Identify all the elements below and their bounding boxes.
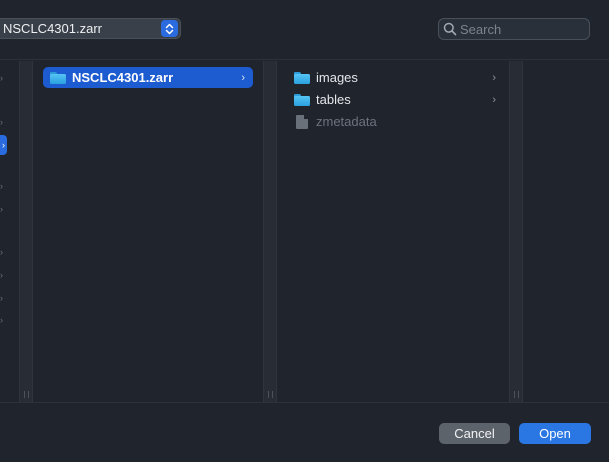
search-icon [439,22,457,36]
file-name: zmetadata [316,114,377,129]
column-1: NSCLC4301.zarr › [34,61,263,402]
chevron-right-icon: › [492,71,496,84]
file-row-zmetadata: zmetadata [294,111,504,132]
location-label: NSCLC4301.zarr [3,21,102,36]
open-button[interactable]: Open [519,423,591,444]
search-input[interactable] [457,21,609,37]
column-resize-handle[interactable] [19,61,33,402]
column-3 [524,61,609,402]
resize-grip-icon [268,391,273,398]
chevron-right-icon: › [241,71,245,84]
column-2: images › tables › zmetadata [278,61,509,402]
folder-icon [294,71,310,84]
folder-row-images[interactable]: images › [294,67,504,88]
location-popup[interactable]: NSCLC4301.zarr [0,18,181,39]
chevron-right-icon[interactable]: › [0,117,3,127]
folder-name: images [316,70,358,85]
folder-row-tables[interactable]: tables › [294,89,504,110]
chevron-right-icon[interactable]: › [0,293,3,303]
chevron-right-icon[interactable]: › [0,181,3,191]
chevron-right-icon[interactable]: › [0,270,3,280]
folder-icon [50,71,66,84]
resize-grip-icon [24,391,29,398]
sidebar-selected-item[interactable]: › [0,135,7,155]
search-field[interactable] [438,18,609,40]
cancel-button[interactable]: Cancel [439,423,510,444]
chevron-right-icon[interactable]: › [0,73,3,83]
chevron-right-icon[interactable]: › [0,247,3,257]
folder-name: NSCLC4301.zarr [72,70,174,85]
chevron-right-icon[interactable]: › [0,315,3,325]
dialog-footer: Cancel Open [0,402,609,462]
column-resize-handle[interactable] [509,61,523,402]
toolbar: NSCLC4301.zarr [0,0,609,60]
resize-grip-icon [514,391,519,398]
document-icon [296,114,308,129]
column-resize-handle[interactable] [263,61,277,402]
chevron-right-icon[interactable]: › [0,204,3,214]
folder-icon [294,93,310,106]
folder-name: tables [316,92,351,107]
column-browser: › › › › › › › › › NSCLC4301.zarr › image… [0,61,609,402]
folder-row-nsclc4301[interactable]: NSCLC4301.zarr › [43,67,253,88]
up-down-chevron-icon[interactable] [161,20,178,37]
sidebar-column[interactable]: › › › › › › › › › [0,61,20,402]
chevron-right-icon: › [492,93,496,106]
open-file-dialog: NSCLC4301.zarr › › › › › [0,0,609,462]
